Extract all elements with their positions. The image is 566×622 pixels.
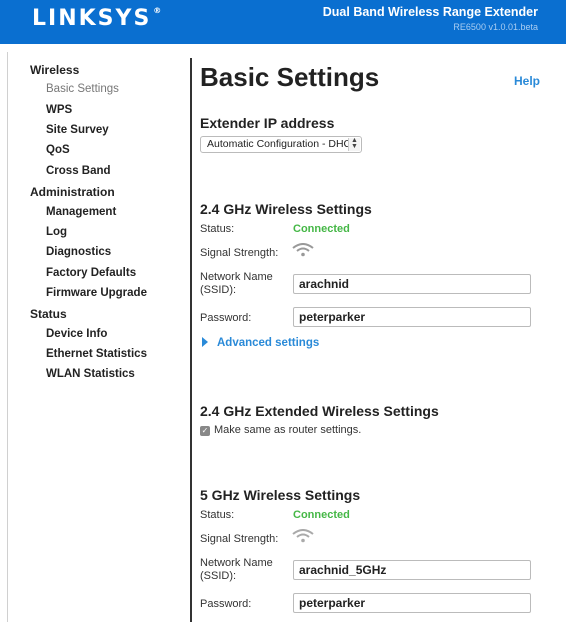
ip-config-select[interactable]: Automatic Configuration - DHCP ▲ ▼ — [200, 136, 362, 153]
wifi24-signal-label: Signal Strength: — [200, 247, 279, 259]
help-link[interactable]: Help — [514, 74, 540, 88]
ssid-label-line1: Network Name — [200, 271, 273, 283]
sidebar-item-wlan-statistics[interactable]: WLAN Statistics — [46, 368, 135, 380]
sidebar-item-management[interactable]: Management — [46, 206, 116, 218]
nav-section-status[interactable]: Status — [30, 307, 67, 321]
advanced-settings-label: Advanced settings — [217, 337, 320, 349]
wifi5-status-value: Connected — [293, 509, 350, 521]
wifi-signal-icon — [292, 529, 314, 543]
sidebar-divider — [190, 58, 192, 622]
wifi5-password-label: Password: — [200, 598, 252, 610]
wifi5-title: 5 GHz Wireless Settings — [200, 487, 361, 503]
logo-trademark: ® — [153, 6, 162, 15]
wifi24-status-label: Status: — [200, 223, 235, 235]
wifi24-ssid-label: Network Name (SSID): — [200, 271, 273, 297]
wifi5-ssid-label: Network Name (SSID): — [200, 557, 273, 583]
sidebar-item-qos[interactable]: QoS — [46, 144, 70, 156]
wifi24-ssid-input[interactable]: arachnid — [293, 274, 531, 294]
same-as-router-label: Make same as router settings. — [214, 424, 362, 436]
sidebar-item-firmware-upgrade[interactable]: Firmware Upgrade — [46, 287, 147, 299]
wifi5-status-label: Status: — [200, 509, 235, 521]
logo-text: LINKSYS — [32, 6, 152, 31]
nav-section-wireless[interactable]: Wireless — [30, 63, 79, 77]
nav-section-administration[interactable]: Administration — [30, 185, 115, 199]
expand-triangle-icon — [202, 337, 208, 347]
extender-ip-title: Extender IP address — [200, 115, 335, 131]
sidebar-item-ethernet-statistics[interactable]: Ethernet Statistics — [46, 348, 147, 360]
wifi24-status-value: Connected — [293, 223, 350, 235]
wifi-signal-icon — [292, 243, 314, 257]
select-arrows-icon: ▲ ▼ — [348, 137, 360, 151]
sidebar-item-basic-settings[interactable]: Basic Settings — [46, 83, 119, 95]
sidebar-item-cross-band[interactable]: Cross Band — [46, 165, 111, 177]
page-title: Basic Settings — [200, 62, 380, 92]
wifi24-password-input[interactable]: peterparker — [293, 307, 531, 327]
wifi5-password-input[interactable]: peterparker — [293, 593, 531, 613]
sidebar-item-diagnostics[interactable]: Diagnostics — [46, 246, 111, 258]
ssid-label-line1: Network Name — [200, 557, 273, 569]
wifi5-ssid-input[interactable]: arachnid_5GHz — [293, 560, 531, 580]
extended24-title: 2.4 GHz Extended Wireless Settings — [200, 403, 439, 419]
ssid-label-line2: (SSID): — [200, 570, 237, 582]
wifi24-title: 2.4 GHz Wireless Settings — [200, 201, 372, 217]
linksys-logo: LINKSYS ® — [32, 6, 161, 31]
ip-config-selected-value: Automatic Configuration - DHCP — [207, 138, 359, 150]
sidebar-item-site-survey[interactable]: Site Survey — [46, 124, 109, 136]
wifi24-password-label: Password: — [200, 312, 252, 324]
sidebar-item-log[interactable]: Log — [46, 226, 67, 238]
left-border — [7, 52, 8, 622]
main-content: Basic Settings Help Extender IP address … — [200, 0, 540, 622]
sidebar-item-wps[interactable]: WPS — [46, 104, 72, 116]
ssid-label-line2: (SSID): — [200, 284, 237, 296]
same-as-router-checkbox[interactable]: ✓ — [200, 426, 210, 436]
advanced-settings-link[interactable]: Advanced settings — [200, 337, 319, 349]
sidebar-item-device-info[interactable]: Device Info — [46, 328, 107, 340]
sidebar-item-factory-defaults[interactable]: Factory Defaults — [46, 267, 136, 279]
wifi5-signal-label: Signal Strength: — [200, 533, 279, 545]
